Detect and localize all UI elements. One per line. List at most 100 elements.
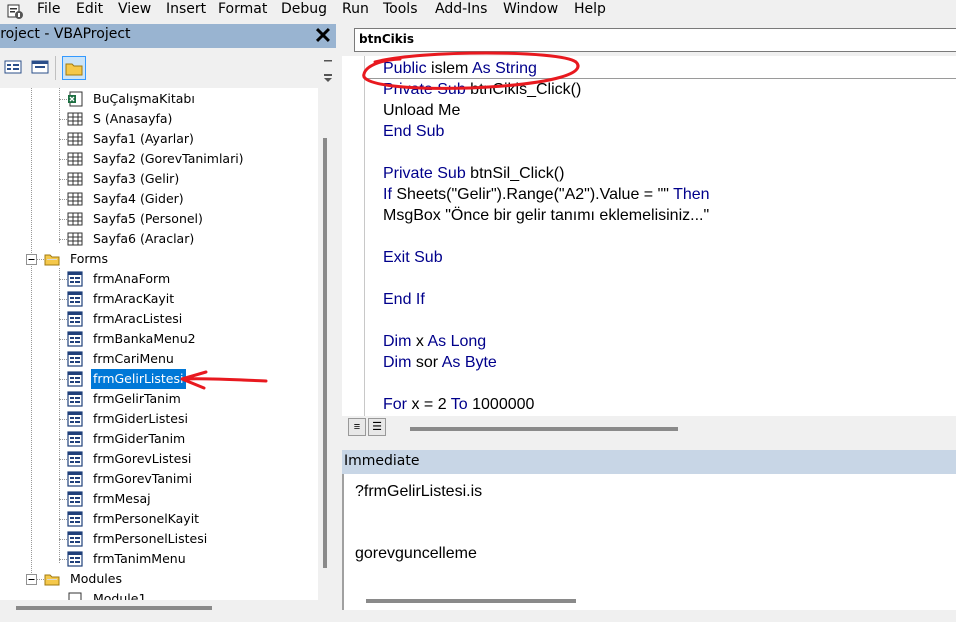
code-line[interactable]: Dim x As Long (383, 331, 486, 352)
tree-item-form[interactable]: frmPersonelKayit (67, 509, 318, 529)
tree-horizontal-scrollbar[interactable] (0, 600, 318, 616)
close-icon: ✕ (313, 23, 333, 48)
code-margin (342, 56, 365, 416)
immediate-line[interactable]: ?frmGelirListesi.is (355, 483, 482, 501)
code-line[interactable]: Dim sor As Byte (383, 352, 497, 373)
menu-window[interactable]: Window (503, 1, 558, 17)
procedure-dropdown[interactable]: btnCikis (354, 28, 956, 52)
tree-item-form[interactable]: frmMesaj (67, 489, 318, 509)
scroll-thumb[interactable] (323, 138, 327, 568)
menu-bar: File Edit View Insert Format Debug Run Tools Add… (0, 0, 956, 22)
tree-guide (59, 219, 67, 220)
tree-guide (59, 539, 67, 540)
tree-guide (59, 159, 67, 160)
full-module-view-button[interactable]: ☰ (368, 418, 386, 436)
code-line[interactable]: Unload Me (383, 100, 460, 121)
tree-item-form[interactable]: frmAracKayit (67, 289, 318, 309)
code-line[interactable]: End If (383, 289, 425, 310)
tree-item-workbook[interactable]: BuÇalışmaKitabı (67, 89, 318, 109)
tree-item-sheet[interactable]: Sayfa6 (Araclar) (67, 229, 318, 249)
tree-item-form[interactable]: frmTanimMenu (67, 549, 318, 569)
tree-item-form-selected[interactable]: frmGelirListesi (67, 369, 318, 389)
code-line[interactable]: Private Sub btnSil_Click() (383, 163, 564, 184)
tree-vertical-scrollbar[interactable] (318, 88, 336, 600)
tree-guide (59, 559, 67, 560)
menu-help[interactable]: Help (574, 1, 606, 17)
tree-guide (59, 499, 67, 500)
tree-guide (59, 419, 67, 420)
immediate-line[interactable]: gorevguncelleme (355, 545, 477, 563)
tree-folder-forms[interactable]: Forms (44, 249, 318, 269)
procedure-name: btnCikis (359, 32, 415, 46)
tree-item-label: frmGiderListesi (93, 411, 188, 426)
procedure-view-button[interactable]: ≡ (348, 418, 366, 436)
code-line[interactable]: If Sheets("Gelir").Range("A2").Value = "… (383, 184, 710, 205)
tree-item-label: frmGelirTanim (93, 391, 181, 406)
immediate-horizontal-scroll-thumb[interactable] (366, 599, 576, 603)
tree-item-sheet[interactable]: Sayfa2 (GorevTanimlari) (67, 149, 318, 169)
tree-item-form[interactable]: frmGiderListesi (67, 409, 318, 429)
tree-guide (59, 399, 67, 400)
tree-guide (59, 439, 67, 440)
tree-item-label: frmAracKayit (93, 291, 175, 306)
tree-item-label: Sayfa4 (Gider) (93, 191, 184, 206)
menu-insert[interactable]: Insert (166, 1, 206, 17)
project-explorer-title: Project - VBAProject (0, 24, 336, 48)
tree-guide (59, 519, 67, 520)
tree-item-label: frmPersonelKayit (93, 511, 200, 526)
tree-item-sheet[interactable]: Sayfa4 (Gider) (67, 189, 318, 209)
menu-run[interactable]: Run (342, 1, 369, 17)
close-project-explorer-button[interactable]: ✕ (311, 25, 335, 47)
code-line[interactable]: End Sub (383, 121, 444, 142)
code-line[interactable]: Public islem As String (383, 58, 537, 79)
tree-item-label: Sayfa2 (GorevTanimlari) (93, 151, 244, 166)
tree-item-label: Sayfa6 (Araclar) (93, 231, 195, 246)
toggle-folders-button[interactable] (62, 56, 86, 80)
tree-guide (59, 319, 67, 320)
tree-guide (59, 299, 67, 300)
vba-editor-icon[interactable] (6, 2, 24, 20)
menu-format[interactable]: Format (218, 1, 267, 17)
code-line[interactable]: Exit Sub (383, 247, 443, 268)
tree-guide (36, 579, 44, 580)
tree-item-form[interactable]: frmGorevListesi (67, 449, 318, 469)
tree-item-label: frmCariMenu (93, 351, 174, 366)
code-line[interactable]: Private Sub btnCikis_Click() (383, 79, 581, 100)
tree-item-form[interactable]: frmAnaForm (67, 269, 318, 289)
menu-debug[interactable]: Debug (281, 1, 327, 17)
tree-item-sheet[interactable]: S (Anasayfa) (67, 109, 318, 129)
code-line[interactable]: MsgBox "Önce bir gelir tanımı eklemelisi… (383, 205, 709, 226)
tree-item-label: BuÇalışmaKitabı (93, 91, 195, 106)
tree-item-form[interactable]: frmGiderTanim (67, 429, 318, 449)
menu-edit[interactable]: Edit (76, 1, 103, 17)
code-horizontal-scroll-thumb[interactable] (410, 427, 678, 431)
tree-item-form[interactable]: frmPersonelListesi (67, 529, 318, 549)
tree-item-module[interactable]: Module1 (67, 589, 267, 600)
tree-item-form[interactable]: frmCariMenu (67, 349, 318, 369)
menu-file[interactable]: File (37, 1, 60, 17)
tree-item-form[interactable]: frmGorevTanimi (67, 469, 318, 489)
project-title-text: Project - VBAProject (0, 26, 131, 42)
immediate-window-title: Immediate (342, 450, 956, 474)
view-code-button[interactable] (2, 56, 24, 78)
tree-guide (59, 339, 67, 340)
tree-guide (59, 199, 67, 200)
tree-item-label: Sayfa1 (Ayarlar) (93, 131, 194, 146)
view-object-button[interactable] (29, 56, 51, 78)
tree-item-sheet[interactable]: Sayfa3 (Gelir) (67, 169, 318, 189)
tree-item-label: frmAnaForm (93, 271, 171, 286)
menu-view[interactable]: View (118, 1, 151, 17)
tree-item-form[interactable]: frmGelirTanim (67, 389, 318, 409)
tree-item-sheet[interactable]: Sayfa5 (Personel) (67, 209, 318, 229)
menu-tools[interactable]: Tools (383, 1, 418, 17)
tree-item-form[interactable]: frmAracListesi (67, 309, 318, 329)
scroll-thumb[interactable] (16, 606, 212, 610)
tree-folder-modules[interactable]: Modules (44, 569, 318, 589)
tree-item-sheet[interactable]: Sayfa1 (Ayarlar) (67, 129, 318, 149)
tree-item-label: frmTanimMenu (93, 551, 186, 566)
toolbar-overflow-icon[interactable] (322, 54, 334, 84)
tree-item-form[interactable]: frmBankaMenu2 (67, 329, 318, 349)
code-line[interactable]: For x = 2 To 1000000 (383, 394, 534, 415)
menu-addins[interactable]: Add-Ins (435, 1, 487, 17)
tree-guide (59, 139, 67, 140)
